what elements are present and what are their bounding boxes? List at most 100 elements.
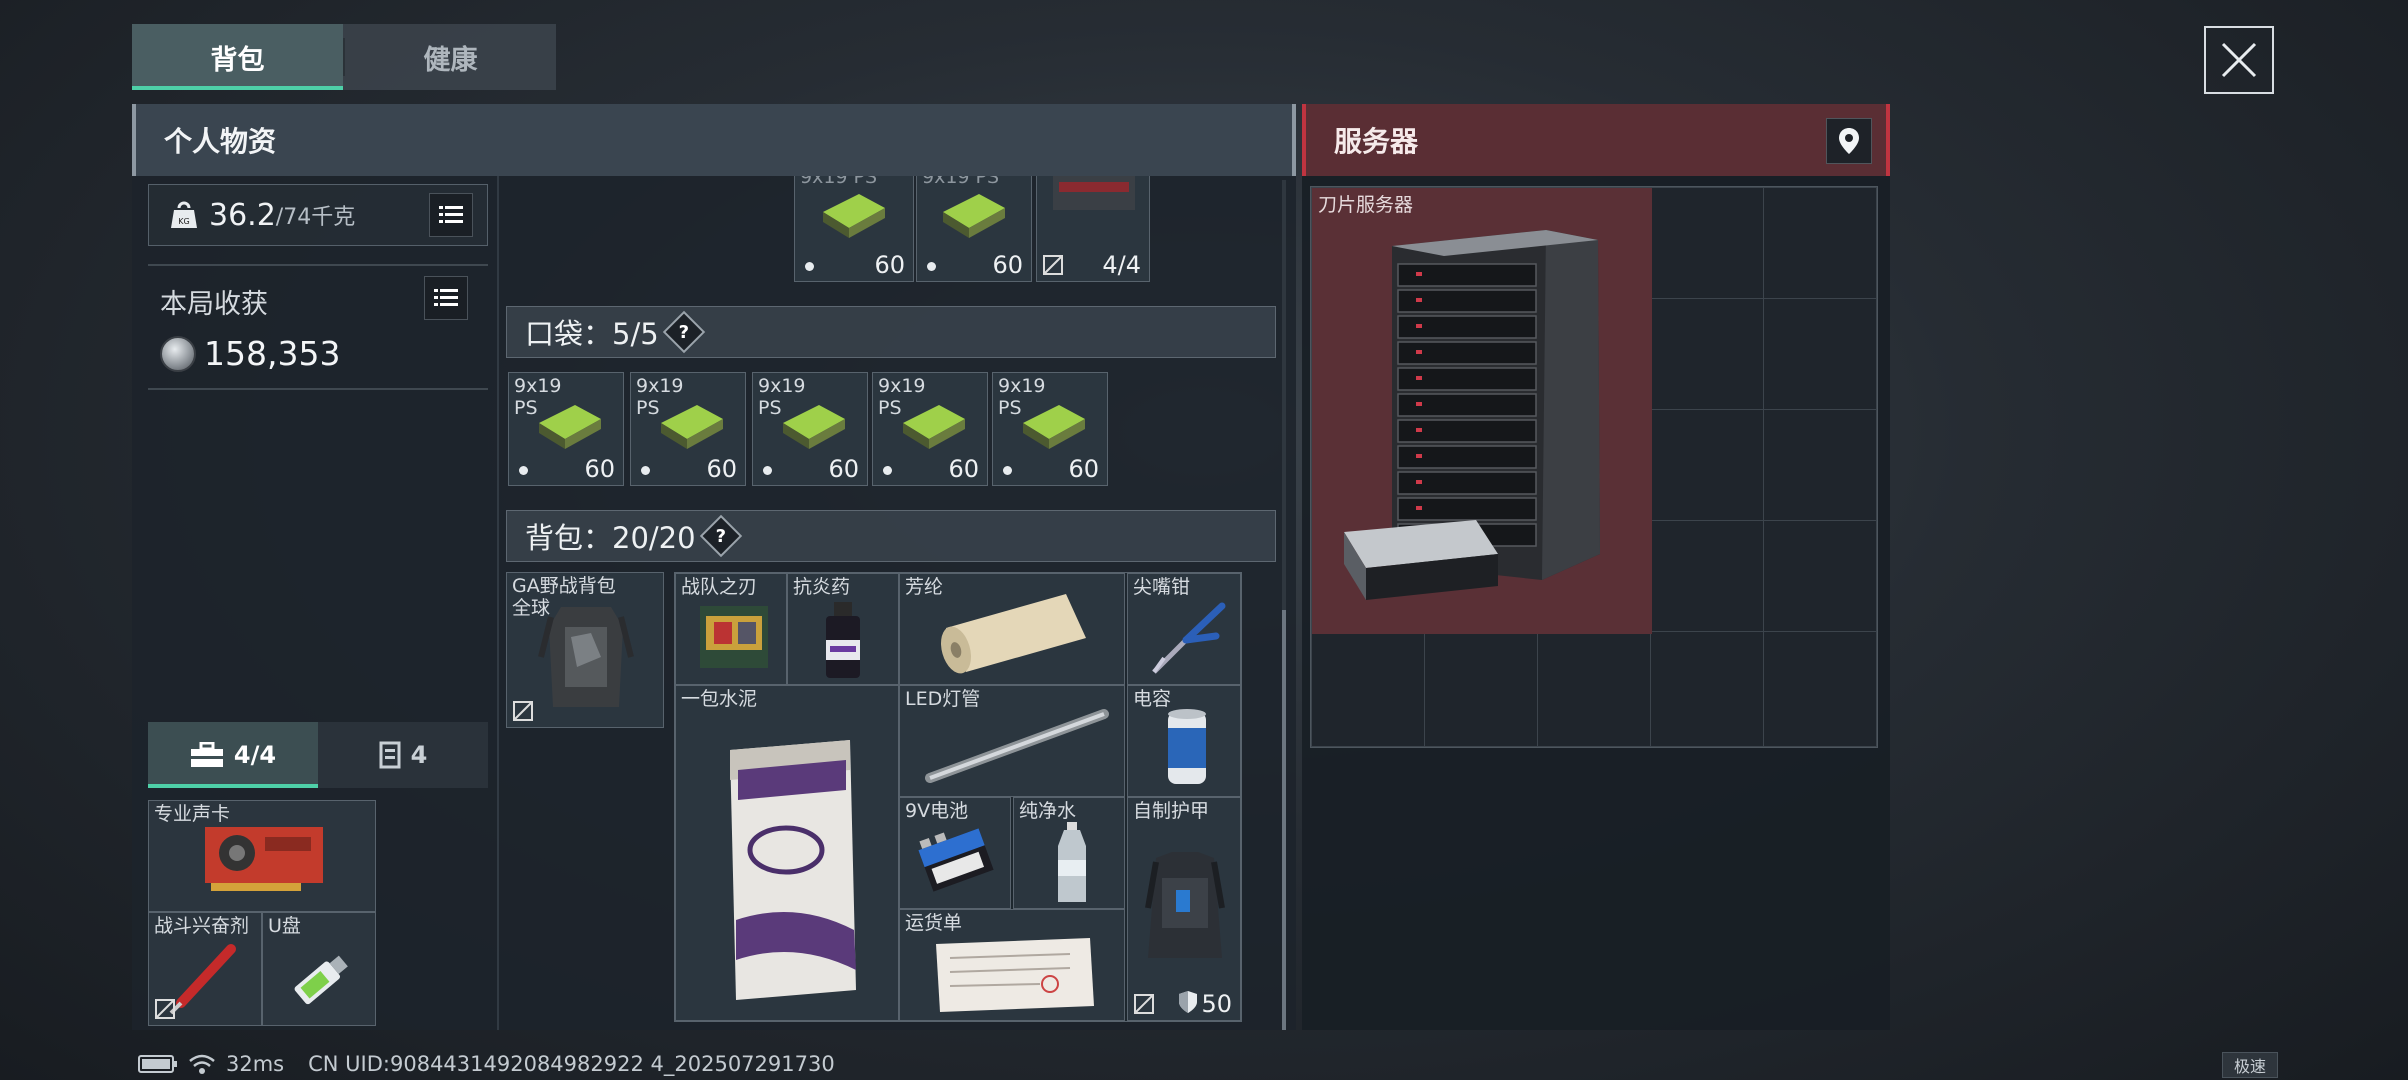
item-waybill[interactable]: 运货单 [899, 909, 1125, 1021]
no-insure-icon [513, 701, 533, 721]
close-icon [2221, 42, 2257, 78]
container-slot[interactable]: 4/4 [1036, 176, 1150, 282]
item-aramid[interactable]: 芳纶 [899, 573, 1125, 685]
help-icon[interactable]: ? [662, 310, 705, 354]
grid-cell [1763, 520, 1877, 632]
item-blade-server[interactable]: 刀片服务器 [1312, 188, 1652, 634]
usb-drive-icon [294, 955, 348, 1005]
pocket-slot[interactable]: 9x19 PS 60 [508, 372, 624, 486]
scrollbar-thumb[interactable] [1282, 610, 1286, 1030]
grid-cell [1311, 631, 1425, 747]
help-icon[interactable]: ? [699, 514, 742, 558]
pliers-icon [1152, 602, 1226, 674]
grid-cell [1763, 409, 1877, 521]
grid-cell [1424, 631, 1538, 747]
tab-secure-case[interactable]: 4/4 [148, 722, 318, 788]
tab-health[interactable]: 健康 [345, 24, 556, 90]
ammo-box-icon [943, 194, 1005, 238]
medicine-bottle-icon [826, 602, 860, 678]
durability-value: 50 [1201, 990, 1232, 1018]
toolbox-icon [190, 742, 223, 767]
battery-icon [918, 828, 994, 892]
weight-max: /74千克 [275, 205, 356, 230]
item-team-blade[interactable]: 战队之刃 [675, 573, 787, 685]
weight-current: 36.2 [209, 197, 276, 233]
locate-button[interactable] [1826, 118, 1872, 164]
secure-item-sound-card[interactable]: 专业声卡 [148, 800, 376, 912]
item-led-tube[interactable]: LED灯管 [899, 685, 1125, 797]
item-pliers[interactable]: 尖嘴钳 [1127, 573, 1241, 685]
backpack-equip-slot[interactable]: GA野战背包 全球 [506, 572, 664, 728]
weight-icon: KG [171, 201, 197, 228]
earnings-value: 158,353 [160, 334, 340, 373]
container-title: 服务器 [1334, 125, 1419, 158]
ammo-dot [519, 466, 528, 475]
inventory-header: 个人物资 [132, 104, 1296, 176]
item-9v-battery[interactable]: 9V电池 [899, 797, 1011, 909]
ammo-dot [805, 262, 814, 271]
grid-cell [1650, 298, 1764, 410]
wifi-icon [189, 1054, 215, 1074]
ammo-slot[interactable]: 9x19 PS 60 [916, 176, 1032, 282]
grid-cell [1650, 631, 1764, 747]
armor-vest-icon [1145, 852, 1225, 958]
server-rack-icon [1344, 230, 1600, 600]
backpack-label: 背包：20/20 [525, 521, 696, 555]
item-cement[interactable]: 一包水泥 [675, 685, 899, 1021]
earnings-amount: 158,353 [204, 334, 341, 373]
tab-storage[interactable]: 4 [318, 722, 488, 788]
backpack-icon [538, 607, 634, 707]
close-button[interactable] [2204, 26, 2274, 94]
divider [148, 388, 488, 390]
ammo-dot [927, 262, 936, 271]
ammo-slot[interactable]: 9x19 PS 60 [794, 176, 914, 282]
stimulant-icon [169, 944, 236, 1015]
pocket-slot[interactable]: 9x19 PS 60 [872, 372, 988, 486]
pockets-label: 口袋：5/5 [525, 317, 659, 351]
secure-item-stimulant[interactable]: 战斗兴奋剂 [148, 912, 262, 1026]
backpack-header: 背包：20/20 ? [506, 510, 1276, 562]
tab-backpack[interactable]: 背包 [132, 24, 343, 90]
uid-text: CN UID:9084431492084982922 4_20250729173… [308, 1052, 835, 1076]
pocket-slot[interactable]: 9x19 PS 60 [992, 372, 1108, 486]
durability-shield-icon [1179, 991, 1197, 1013]
list-icon [434, 289, 458, 306]
grid-cell [1650, 520, 1764, 632]
svg-text:KG: KG [178, 217, 189, 226]
secure-item-usb[interactable]: U盘 [262, 912, 376, 1026]
earnings-label: 本局收获 [160, 289, 268, 320]
no-insure-icon [1043, 255, 1063, 275]
sound-card-icon [205, 827, 323, 891]
ammo-dot [883, 466, 892, 475]
grid-cell [1650, 409, 1764, 521]
coin-icon [160, 335, 196, 372]
fabric-roll-icon [941, 594, 1086, 674]
item-capacitor[interactable]: 电容 [1127, 685, 1241, 797]
no-insure-icon [1134, 994, 1154, 1014]
status-bar: 32ms CN UID:9084431492084982922 4_202507… [138, 1052, 835, 1076]
capacitor-icon [1168, 709, 1206, 784]
led-tube-icon [925, 709, 1109, 783]
pocket-slot[interactable]: 9x19 PS 60 [630, 372, 746, 486]
grid-cell [1763, 631, 1877, 747]
storage-icon [379, 741, 401, 769]
inventory-title: 个人物资 [164, 125, 277, 158]
grid-cell [1650, 187, 1764, 299]
document-icon [936, 938, 1094, 1012]
ammo-dot [763, 466, 772, 475]
item-homemade-armor[interactable]: 自制护甲 50 [1127, 797, 1241, 1021]
case-icon [1053, 176, 1135, 210]
ammo-box-icon [783, 405, 845, 449]
pocket-slot[interactable]: 9x19 PS 60 [752, 372, 868, 486]
pockets-header: 口袋：5/5 ? [506, 306, 1276, 358]
weight-list-button[interactable] [429, 193, 473, 237]
ammo-box-icon [661, 405, 723, 449]
earnings-list-button[interactable] [424, 276, 468, 320]
item-anti-inflammatory[interactable]: 抗炎药 [787, 573, 899, 685]
grid-cell [1763, 187, 1877, 299]
no-insure-icon [155, 999, 175, 1019]
item-water[interactable]: 纯净水 [1013, 797, 1125, 909]
grid-cell [1537, 631, 1651, 747]
top-tabs: 背包 健康 [132, 24, 556, 90]
blade-server-label: 刀片服务器 [1318, 194, 1414, 216]
